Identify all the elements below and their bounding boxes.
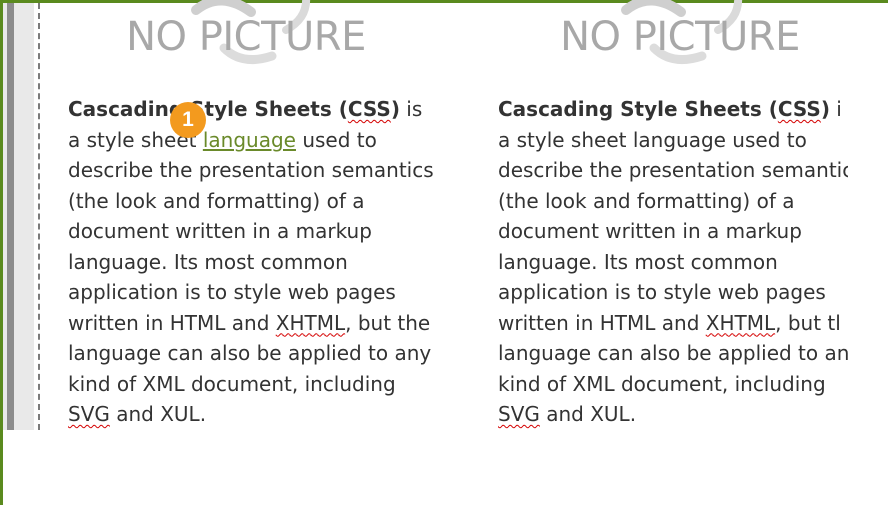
text-segment: is — [399, 97, 423, 121]
text-line: Cascading Style Sheets (CSS) i — [498, 94, 848, 125]
text-line: Cascading Style Sheets (CSS) is — [68, 94, 446, 125]
text-segment: ) — [820, 97, 830, 121]
text-line: SVG and XUL. — [68, 399, 446, 430]
text-line: a style sheet language used to — [68, 125, 446, 156]
text-segment: language. Its most common — [498, 249, 778, 274]
text-line: (the look and formatting) of a — [68, 186, 446, 217]
text-segment: a style sheet language used to — [498, 127, 807, 152]
text-line: language. Its most common — [498, 247, 848, 278]
text-segment: (the look and formatting) of a — [68, 188, 365, 213]
text-segment: , but tl — [775, 310, 841, 335]
text-segment: Cascading Style Sheets ( — [68, 97, 348, 121]
text-segment: document written in a markup — [68, 219, 372, 243]
text-line: language. Its most common — [68, 247, 446, 278]
misspelled-word: CSS — [347, 97, 391, 121]
content-column-1: NO PICTURE Cascading Style Sheets (CSS) … — [46, 0, 446, 430]
text-segment: language. Its most common — [68, 249, 348, 274]
hyperlink[interactable]: language — [203, 128, 296, 152]
marker-badge[interactable]: 1 — [170, 102, 206, 138]
text-segment: language can also be applied to an — [498, 341, 848, 365]
text-segment: language can also be applied to any — [68, 341, 432, 365]
text-segment: kind of XML document, including — [498, 371, 826, 396]
text-line: kind of XML document, including — [68, 369, 446, 400]
misspelled-word: XHTML — [705, 310, 776, 335]
text-segment: and XUL. — [539, 402, 637, 426]
misspelled-word: CSS — [777, 97, 821, 121]
text-segment: application is to style web pages — [498, 280, 826, 304]
text-segment: used to — [295, 127, 377, 152]
placeholder-image[interactable]: NO PICTURE — [476, 0, 848, 72]
text-line: application is to style web pages — [498, 277, 848, 308]
text-segment: (the look and formatting) of a — [498, 188, 795, 213]
text-segment: i — [829, 97, 842, 121]
text-line: a style sheet language used to — [498, 125, 848, 156]
text-segment: describe the presentation semantics — [68, 158, 434, 182]
placeholder-image[interactable]: NO PICTURE — [46, 0, 446, 72]
text-line: (the look and formatting) of a — [498, 186, 848, 217]
text-segment: describe the presentation semantic — [498, 158, 848, 182]
misspelled-word: SVG — [68, 402, 110, 426]
misspelled-word: SVG — [498, 402, 540, 426]
text-line: language can also be applied to an — [498, 338, 848, 369]
text-line: written in HTML and XHTML, but tl — [498, 308, 848, 339]
text-segment: Cascading Style Sheets ( — [498, 97, 778, 121]
text-line: describe the presentation semantics — [68, 155, 446, 186]
text-line: describe the presentation semantic — [498, 155, 848, 186]
text-line: language can also be applied to any — [68, 338, 446, 369]
text-segment: document written in a markup — [498, 219, 802, 243]
paragraph-text: Cascading Style Sheets (CSS) ia style sh… — [498, 94, 848, 430]
misspelled-word: XHTML — [275, 310, 346, 335]
placeholder-image-label: NO PICTURE — [560, 14, 800, 60]
placeholder-image-label: NO PICTURE — [126, 14, 366, 60]
text-line: SVG and XUL. — [498, 399, 848, 430]
text-segment: and XUL. — [109, 402, 207, 426]
gutter-stripe — [7, 3, 14, 430]
paragraph-text: Cascading Style Sheets (CSS) is a style s… — [68, 94, 446, 430]
text-line: document written in a markup — [68, 216, 446, 247]
text-segment: written in HTML and — [498, 310, 706, 335]
column-guide-line — [38, 3, 40, 430]
content-column-2: NO PICTURE Cascading Style Sheets (CSS) … — [476, 0, 848, 430]
text-line: document written in a markup — [498, 216, 848, 247]
text-line: kind of XML document, including — [498, 369, 848, 400]
text-line: application is to style web pages — [68, 277, 446, 308]
text-segment: kind of XML document, including — [68, 371, 396, 396]
text-line: written in HTML and XHTML, but the — [68, 308, 446, 339]
text-segment: written in HTML and — [68, 310, 276, 335]
text-segment: application is to style web pages — [68, 280, 396, 304]
text-segment: ) — [390, 97, 400, 121]
text-segment: , but the — [345, 310, 431, 335]
